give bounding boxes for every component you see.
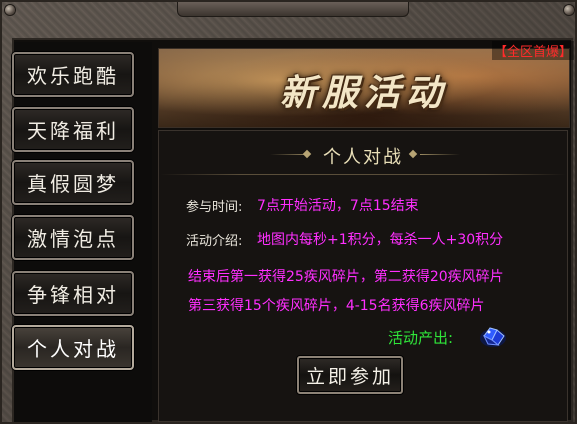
sidebar-item-contest[interactable]: 争锋相对 <box>12 271 134 316</box>
time-label: 参与时间: <box>186 200 243 215</box>
sidebar-item-run[interactable]: 欢乐跑酷 <box>12 52 134 97</box>
time-text: 7点开始活动，7点15结束 <box>257 198 419 214</box>
banner-title: 新服活动 <box>279 72 448 114</box>
reward-line-1: 结束后第一获得25疾风碎片，第二获得20疾风碎片 <box>188 269 504 285</box>
event-banner: 新服活动 <box>158 48 570 128</box>
sidebar-item-personal-battle[interactable]: 个人对战 <box>12 325 134 370</box>
rivet-icon <box>5 5 15 15</box>
section-divider <box>160 174 566 175</box>
intro-label: 活动介绍: <box>186 234 243 249</box>
title-ornament-right <box>420 154 460 155</box>
join-button[interactable]: 立即参加 <box>297 356 403 394</box>
section-title: 个人对战 <box>323 147 403 168</box>
rivet-icon <box>564 5 574 15</box>
frame-top-ornament <box>177 2 409 17</box>
blue-gem-icon[interactable] <box>478 324 508 350</box>
sidebar-item-welfare[interactable]: 天降福利 <box>12 107 134 152</box>
intro-text: 地图内每秒+1积分，每杀一人+30积分 <box>257 232 504 248</box>
sidebar-item-dream[interactable]: 真假圆梦 <box>12 160 134 205</box>
sidebar-item-bubble[interactable]: 激情泡点 <box>12 215 134 260</box>
reward-line-2: 第三获得15个疾风碎片，4-15名获得6疾风碎片 <box>188 298 485 314</box>
output-label: 活动产出: <box>388 329 454 347</box>
corner-tag[interactable]: 【全区首爆】 <box>491 41 574 60</box>
